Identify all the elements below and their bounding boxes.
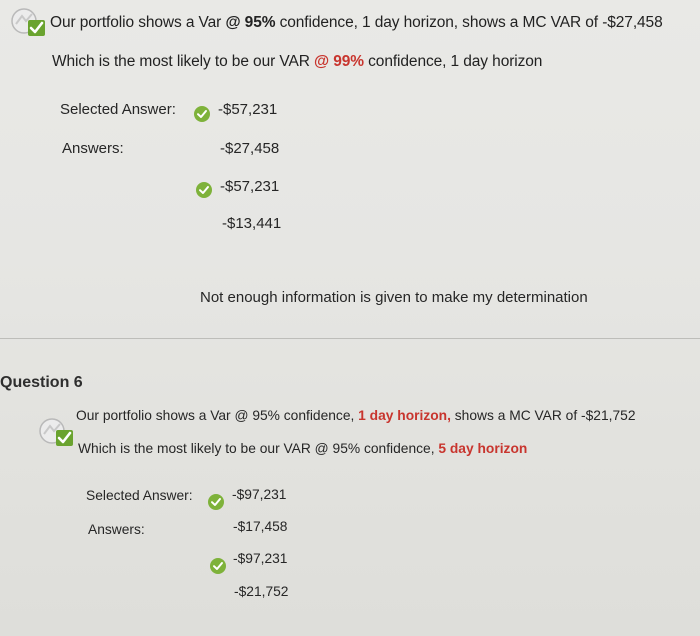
question-text-line1: Our portfolio shows a Var @ 95% confiden…	[76, 408, 636, 423]
selected-answer-label: Selected Answer:	[60, 101, 176, 118]
question-text-line2: Which is the most likely to be our VAR @…	[52, 53, 543, 70]
section-divider	[0, 338, 700, 339]
answer-option: -$21,752	[234, 584, 289, 599]
question-text-line2: Which is the most likely to be our VAR @…	[78, 441, 528, 456]
answer-option: Not enough information is given to make …	[200, 289, 588, 306]
answer-option: -$27,458	[220, 140, 280, 157]
answer-option: -$17,458	[233, 519, 288, 534]
question-heading: Question 6	[0, 374, 83, 391]
answer-option-correct: -$57,231	[220, 178, 280, 195]
selected-answer-value: -$57,231	[218, 101, 278, 118]
check-circle-icon	[196, 182, 212, 198]
check-circle-icon	[194, 106, 210, 122]
question-text-line1: Our portfolio shows a Var @ 95% confiden…	[50, 14, 663, 31]
correct-question-icon	[38, 416, 73, 446]
correct-question-icon	[10, 6, 45, 36]
selected-answer-label: Selected Answer:	[86, 488, 193, 503]
answers-label: Answers:	[88, 522, 145, 537]
answer-option-correct: -$97,231	[233, 551, 288, 566]
answer-option: -$13,441	[222, 215, 282, 232]
answers-label: Answers:	[62, 140, 124, 157]
check-circle-icon	[208, 494, 224, 510]
check-circle-icon	[210, 558, 226, 574]
selected-answer-value: -$97,231	[232, 487, 287, 502]
